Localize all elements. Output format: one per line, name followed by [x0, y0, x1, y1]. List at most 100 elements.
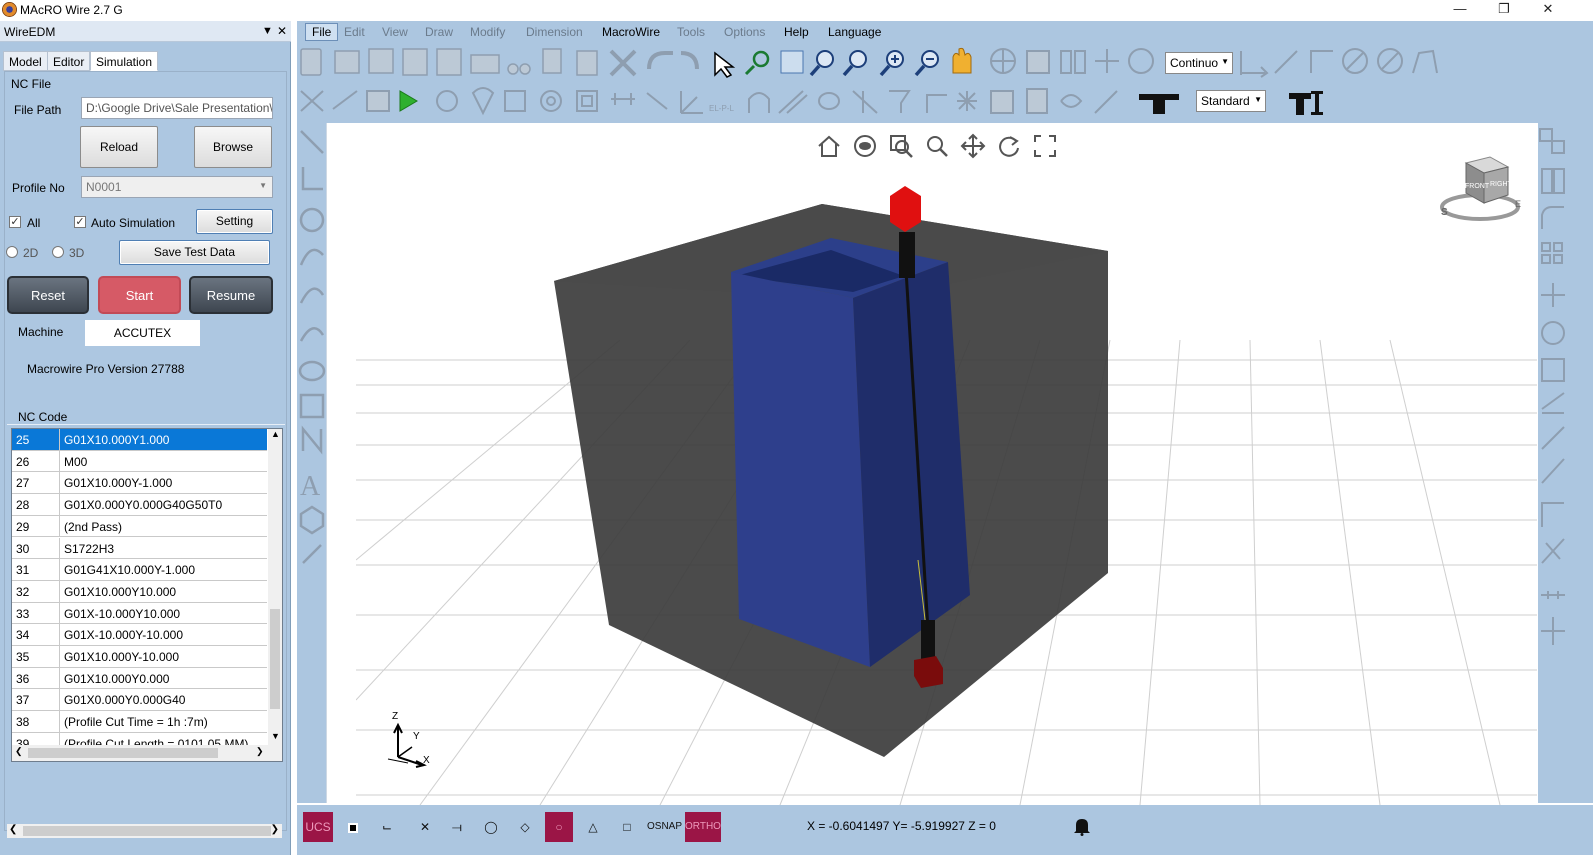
menu-dimension[interactable]: Dimension	[526, 25, 583, 39]
text-tool-icon[interactable]	[1287, 89, 1327, 117]
triangle-snap-icon[interactable]: △	[579, 812, 607, 842]
orbit-icon[interactable]	[852, 133, 878, 159]
scroll-right-icon[interactable]: ❯	[256, 746, 264, 757]
menu-language[interactable]: Language	[828, 25, 881, 39]
chevron-down-icon: ▼	[259, 181, 267, 190]
nc-line-code: G01X-10.000Y-10.000	[64, 628, 183, 643]
menu-bar: File Edit View Draw Modify Dimension Mac…	[297, 21, 1593, 43]
menu-edit[interactable]: Edit	[344, 25, 365, 39]
table-row[interactable]: 30 S1722H3	[12, 537, 267, 560]
table-row[interactable]: 32 G01X10.000Y10.000	[12, 580, 267, 603]
panel-close-icon[interactable]: ✕	[277, 24, 287, 38]
auto-simulation-checkbox[interactable]: ✓	[74, 216, 86, 228]
start-button[interactable]: Start	[98, 276, 181, 314]
text-style-select[interactable]: Standard ▼	[1196, 90, 1266, 112]
table-row[interactable]: 35 G01X10.000Y-10.000	[12, 646, 267, 668]
3d-viewport[interactable]: FRONT RIGHT S E Z Y X	[356, 125, 1537, 805]
table-row[interactable]: 27 G01X10.000Y-1.000	[12, 472, 267, 495]
scrollbar-thumb[interactable]	[28, 748, 218, 758]
maximize-button[interactable]: ❐	[1482, 0, 1526, 20]
perpendicular-snap-icon[interactable]: ⌙	[373, 812, 401, 842]
nc-line-number: 38	[16, 715, 30, 730]
cut-part	[731, 238, 970, 667]
scroll-left-icon[interactable]: ❮	[15, 746, 23, 757]
tangent-snap-icon[interactable]: ◯	[477, 812, 505, 842]
solid-square-icon[interactable]	[339, 812, 367, 842]
tab-editor[interactable]: Editor	[47, 51, 91, 71]
nc-list-hscrollbar[interactable]: ❮ ❯	[12, 745, 282, 761]
center-snap-icon[interactable]: ○	[545, 812, 573, 842]
table-row[interactable]: 37 G01X0.000Y0.000G40	[12, 689, 267, 712]
tab-model[interactable]: Model	[3, 51, 48, 71]
ortho-toggle[interactable]: ORTHO	[685, 812, 721, 842]
column-divider	[59, 429, 60, 450]
zoom-window-icon[interactable]	[888, 133, 914, 159]
quadrant-snap-icon[interactable]: ◇	[511, 812, 539, 842]
nc-list-vscrollbar[interactable]: ▲ ▼	[268, 429, 282, 745]
menu-tools[interactable]: Tools	[677, 25, 705, 39]
column-divider	[59, 515, 60, 537]
menu-help[interactable]: Help	[784, 25, 809, 39]
table-row[interactable]: 31 G01G41X10.000Y-1.000	[12, 559, 267, 581]
browse-button[interactable]: Browse	[194, 126, 272, 168]
menu-file[interactable]: File	[305, 23, 339, 41]
nc-code-group-label: NC Code	[17, 410, 69, 424]
svg-text:A: A	[300, 471, 321, 502]
scrollbar-thumb[interactable]	[23, 826, 271, 836]
nc-line-number: 34	[16, 628, 30, 643]
menu-options[interactable]: Options	[724, 25, 765, 39]
table-row[interactable]: 25 G01X10.000Y1.000	[12, 429, 267, 451]
panel-hscrollbar[interactable]: ❮ ❯	[7, 824, 282, 838]
table-row[interactable]: 33 G01X-10.000Y10.000	[12, 602, 267, 625]
menu-modify[interactable]: Modify	[470, 25, 505, 39]
pin-icon[interactable]: ▼	[262, 25, 273, 37]
column-divider	[59, 537, 60, 559]
menu-draw[interactable]: Draw	[425, 25, 453, 39]
reload-button[interactable]: Reload	[80, 126, 158, 168]
table-row[interactable]: 34 G01X-10.000Y-10.000	[12, 624, 267, 646]
line-type-select[interactable]: Continuo ▼	[1165, 52, 1233, 74]
nc-code-list[interactable]: 25 G01X10.000Y1.000 26 M00 27 G01X10.000Y-1…	[11, 428, 283, 762]
table-row[interactable]: 28 G01X0.000Y0.000G40G50T0	[12, 494, 267, 516]
view-nav-toolbar	[816, 133, 1076, 161]
osnap-toggle[interactable]: OSNAP	[647, 812, 682, 842]
bell-icon[interactable]	[1072, 816, 1092, 836]
scroll-up-icon[interactable]: ▲	[271, 429, 280, 439]
setting-button[interactable]: Setting	[196, 209, 273, 234]
intersection-snap-icon[interactable]: ✕	[411, 812, 439, 842]
home-view-icon[interactable]	[816, 133, 842, 159]
all-checkbox[interactable]: ✓	[9, 216, 21, 228]
app-icon[interactable]	[2, 2, 17, 17]
draw-tool-icons: A	[298, 130, 326, 564]
reset-button[interactable]: Reset	[7, 276, 89, 314]
pan-icon[interactable]	[960, 133, 986, 159]
fullscreen-icon[interactable]	[1032, 133, 1058, 159]
scroll-down-icon[interactable]: ▼	[271, 731, 280, 741]
scroll-left-icon[interactable]: ❮	[9, 824, 17, 835]
table-row[interactable]: 29 (2nd Pass)	[12, 515, 267, 538]
tab-simulation[interactable]: Simulation	[90, 51, 159, 71]
table-row[interactable]: 26 M00	[12, 450, 267, 473]
file-path-input[interactable]: D:\Google Drive\Sale Presentation\	[81, 97, 273, 119]
minimize-button[interactable]: —	[1438, 0, 1482, 20]
table-row[interactable]: 36 G01X10.000Y0.000	[12, 667, 267, 690]
radio-2d[interactable]	[6, 246, 18, 258]
menu-view[interactable]: View	[382, 25, 408, 39]
close-button[interactable]: ✕	[1526, 0, 1570, 20]
nc-line-number: 31	[16, 563, 30, 578]
view-cube[interactable]: FRONT RIGHT S E	[1438, 155, 1524, 227]
rotate-icon[interactable]	[996, 133, 1022, 159]
radio-3d[interactable]	[52, 246, 64, 258]
scrollbar-thumb[interactable]	[270, 609, 280, 709]
endpoint-snap-icon[interactable]: □	[613, 812, 641, 842]
profile-no-select[interactable]: N0001 ▼	[81, 176, 273, 198]
menu-macrowire[interactable]: MacroWire	[602, 25, 660, 39]
save-test-data-button[interactable]: Save Test Data	[119, 240, 270, 265]
midpoint-snap-icon[interactable]: ⟞	[443, 812, 471, 842]
table-row[interactable]: 38 (Profile Cut Time = 1h :7m)	[12, 711, 267, 733]
resume-button[interactable]: Resume	[189, 276, 273, 314]
ucs-toggle[interactable]: UCS	[303, 812, 333, 842]
zoom-icon[interactable]	[924, 133, 950, 159]
column-divider	[59, 602, 60, 624]
scroll-right-icon[interactable]: ❯	[271, 824, 279, 835]
